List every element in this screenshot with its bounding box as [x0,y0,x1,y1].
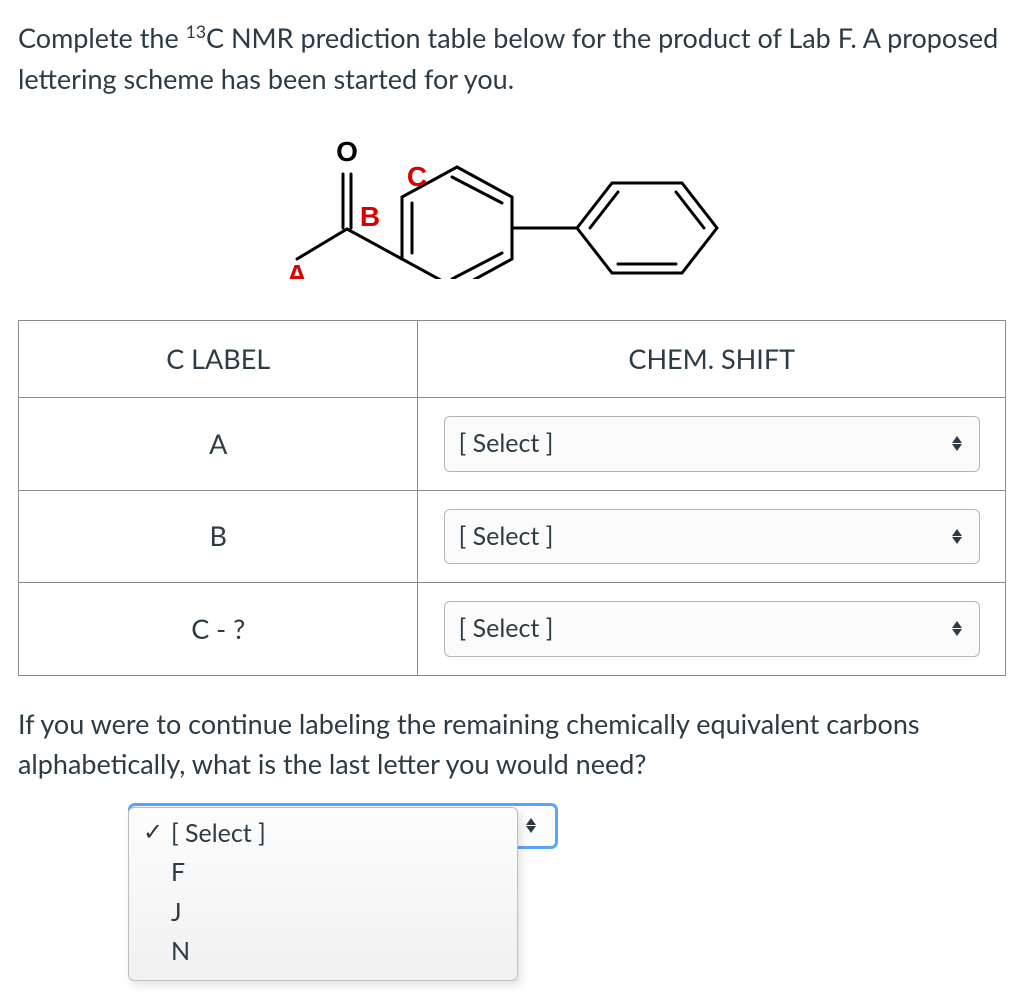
question-text-part1: Complete the [18,21,186,54]
superscript-13: 13 [186,21,206,42]
select-placeholder: [ Select ] [459,425,949,463]
molecule-svg: O A B C [252,119,772,279]
c-label-cell: B [19,490,418,583]
select-placeholder: [ Select ] [459,610,949,648]
chem-shift-select-b[interactable]: [ Select ] [444,509,980,565]
question-prompt: Complete the 13C NMR prediction table be… [18,18,1006,99]
table-header-chem-shift: CHEM. SHIFT [418,320,1006,398]
chemical-structure: O A B C [18,119,1006,290]
last-letter-select[interactable]: [ Select ] F J N [128,803,558,849]
c-label-cell: C - ? [19,583,418,676]
carbon-label-a: A [287,259,307,279]
updown-icon [949,621,965,636]
dropdown-option-placeholder[interactable]: [ Select ] [129,814,517,854]
table-header-c-label: C LABEL [19,320,418,398]
table-row: B [ Select ] [19,490,1006,583]
updown-icon [523,818,539,833]
followup-text: If you were to continue labeling the rem… [18,704,1006,785]
dropdown-option-j[interactable]: J [129,893,517,933]
dropdown-option-n[interactable]: N [129,932,517,972]
dropdown-option-f[interactable]: F [129,853,517,893]
chem-shift-select-c[interactable]: [ Select ] [444,601,980,657]
oxygen-label: O [336,136,358,167]
updown-icon [949,529,965,544]
carbon-label-b: B [360,201,380,232]
nmr-prediction-table: C LABEL CHEM. SHIFT A [ Select ] B [ Sel… [18,320,1006,676]
updown-icon [949,436,965,451]
c-label-cell: A [19,398,418,491]
followup-question: If you were to continue labeling the rem… [18,704,1006,785]
select-placeholder: [ Select ] [459,518,949,556]
last-letter-dropdown[interactable]: [ Select ] F J N [128,807,518,981]
table-row: C - ? [ Select ] [19,583,1006,676]
table-row: A [ Select ] [19,398,1006,491]
carbon-label-c: C [407,161,427,192]
chem-shift-select-a[interactable]: [ Select ] [444,416,980,472]
